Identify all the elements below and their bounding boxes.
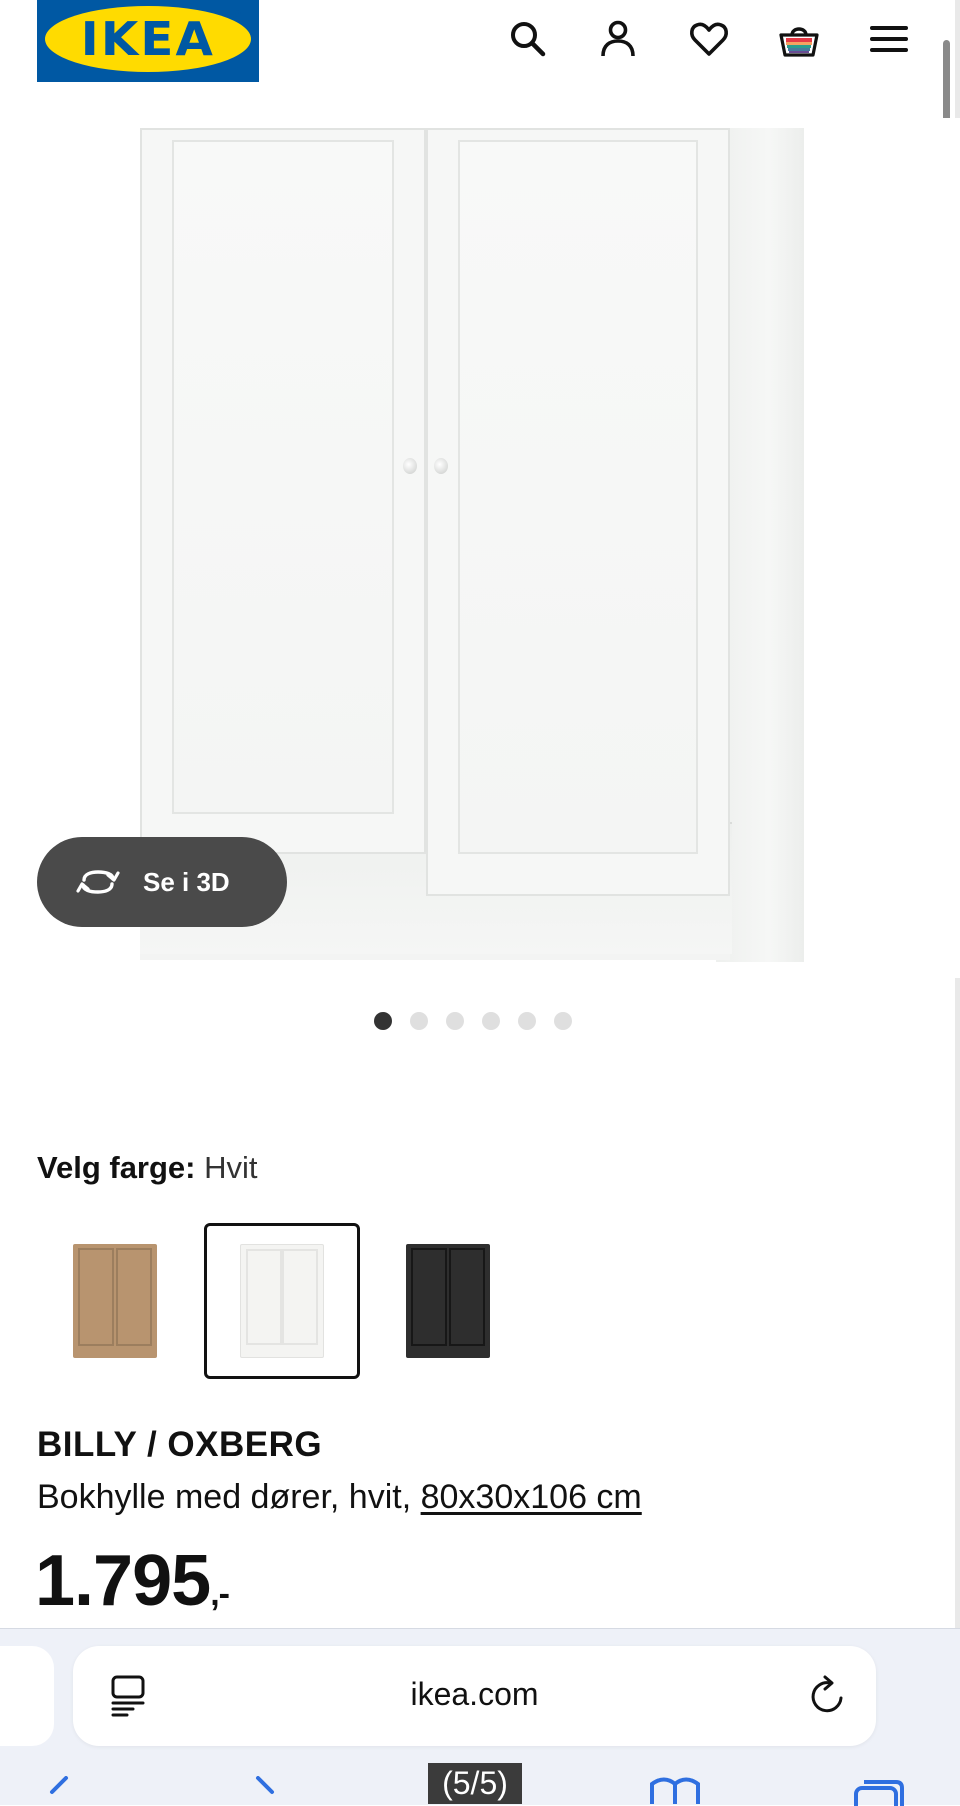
gallery-pagination bbox=[374, 1012, 572, 1030]
gallery-dot[interactable] bbox=[482, 1012, 500, 1030]
swatch-door bbox=[282, 1249, 318, 1345]
product-name: BILLY / OXBERG bbox=[37, 1425, 323, 1464]
gallery-dot[interactable] bbox=[410, 1012, 428, 1030]
gallery-dot[interactable] bbox=[518, 1012, 536, 1030]
registered-mark: ® bbox=[233, 9, 241, 20]
view-in-3d-label: Se i 3D bbox=[143, 866, 230, 897]
view-in-3d-button[interactable]: Se i 3D bbox=[37, 837, 287, 927]
product-price: 1.795,- bbox=[35, 1540, 230, 1622]
price-amount: 1.795 bbox=[35, 1541, 211, 1621]
ikea-logo[interactable]: IKEA ® bbox=[37, 0, 259, 82]
selected-color: Hvit bbox=[204, 1150, 258, 1185]
previous-tab-edge[interactable] bbox=[0, 1646, 54, 1746]
swatch-door bbox=[449, 1248, 485, 1346]
tabs-icon[interactable] bbox=[852, 1776, 906, 1806]
forward-icon[interactable] bbox=[250, 1776, 286, 1806]
cabinet-door-right bbox=[426, 128, 730, 896]
cabinet-door-left bbox=[140, 128, 426, 854]
gallery-dot[interactable] bbox=[446, 1012, 464, 1030]
door-panel bbox=[172, 140, 394, 814]
product-dimensions-link[interactable]: 80x30x106 cm bbox=[421, 1478, 642, 1516]
product-description-text: Bokhylle med dører, hvit, bbox=[37, 1478, 421, 1516]
account-icon[interactable] bbox=[593, 14, 643, 64]
color-swatch-white[interactable] bbox=[204, 1223, 360, 1379]
bookmarks-icon[interactable] bbox=[648, 1776, 702, 1806]
heart-icon[interactable] bbox=[684, 14, 734, 64]
gallery-dot[interactable] bbox=[374, 1012, 392, 1030]
back-icon[interactable] bbox=[38, 1776, 74, 1806]
door-knob bbox=[434, 458, 448, 474]
door-knob bbox=[403, 458, 417, 474]
menu-icon[interactable] bbox=[864, 14, 914, 64]
product-description: Bokhylle med dører, hvit, 80x30x106 cm bbox=[37, 1478, 642, 1517]
swatch-door bbox=[116, 1248, 152, 1346]
swatch-door bbox=[78, 1248, 114, 1346]
color-swatch-black[interactable] bbox=[370, 1223, 526, 1379]
color-label-prefix: Velg farge: bbox=[37, 1150, 196, 1185]
search-icon[interactable] bbox=[503, 14, 553, 64]
address-bar[interactable]: ikea.com bbox=[73, 1646, 876, 1746]
color-swatch-oak[interactable] bbox=[37, 1223, 193, 1379]
logo-oval: IKEA bbox=[45, 6, 251, 72]
gallery-dot[interactable] bbox=[554, 1012, 572, 1030]
rotate-3d-icon bbox=[76, 870, 120, 894]
logo-text: IKEA bbox=[80, 12, 216, 66]
site-header: IKEA ® bbox=[0, 0, 960, 100]
swatch-door bbox=[411, 1248, 447, 1346]
price-suffix: ,- bbox=[210, 1575, 230, 1613]
swatch-cabinet-black bbox=[406, 1244, 490, 1358]
door-panel bbox=[458, 140, 698, 854]
reload-icon[interactable] bbox=[808, 1674, 848, 1718]
swatch-cabinet-white bbox=[240, 1244, 324, 1358]
swatch-door bbox=[246, 1249, 282, 1345]
page-counter: (5/5) bbox=[428, 1763, 522, 1804]
color-picker-label: Velg farge: Hvit bbox=[37, 1150, 258, 1186]
swatch-cabinet-oak bbox=[73, 1244, 157, 1358]
basket-icon[interactable] bbox=[774, 14, 824, 64]
url-text: ikea.com bbox=[410, 1676, 539, 1712]
